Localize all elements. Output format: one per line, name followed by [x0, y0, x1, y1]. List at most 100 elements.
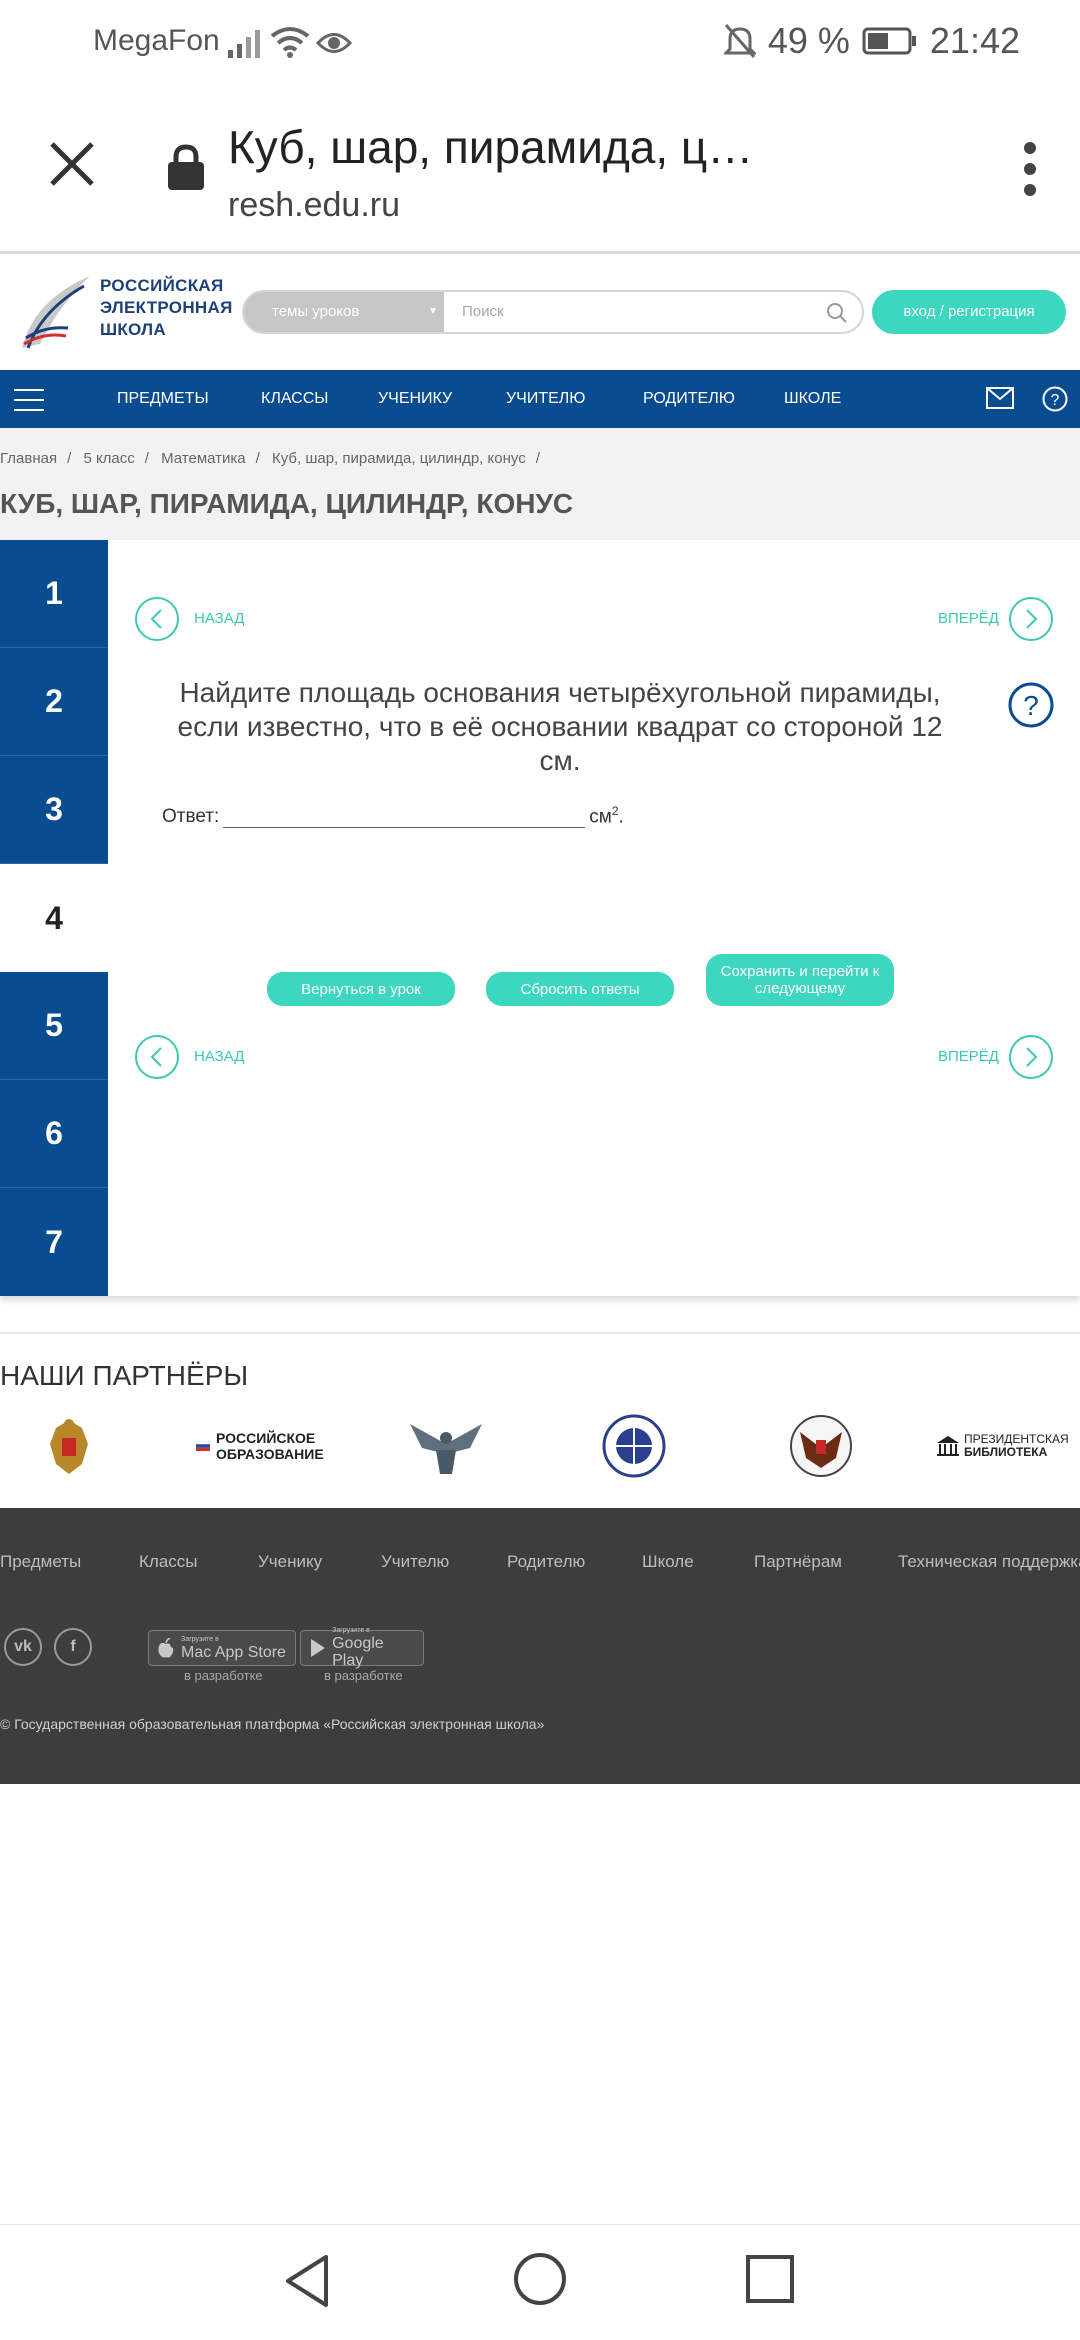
status-bar: MegaFon 49 % 21:42: [0, 0, 1080, 86]
nav-item-subjects[interactable]: ПРЕДМЕТЫ: [117, 370, 209, 428]
page-title: КУБ, ШАР, ПИРАМИДА, ЦИЛИНДР, КОНУС: [0, 488, 574, 519]
lock-icon: [168, 144, 204, 190]
answer-unit: см2.: [589, 804, 624, 828]
library-building-icon: [937, 1436, 959, 1456]
back-triangle-icon[interactable]: [282, 2253, 334, 2309]
task-tabs: 1 2 3 4 5 6 7: [0, 540, 108, 1296]
logo-text: РОССИЙСКАЯ ЭЛЕКТРОННАЯ ШКОЛА: [100, 276, 233, 339]
task-tab-2[interactable]: 2: [0, 648, 108, 756]
home-circle-icon[interactable]: [512, 2251, 568, 2307]
emblem-logo-icon[interactable]: [788, 1414, 854, 1478]
more-menu-icon[interactable]: [1024, 142, 1038, 196]
search-input[interactable]: Поиск: [462, 292, 504, 332]
search-icon[interactable]: [826, 302, 848, 324]
task-tab-5[interactable]: 5: [0, 972, 108, 1080]
app-store-note: в разработке: [184, 1668, 263, 1683]
task-tab-1[interactable]: 1: [0, 540, 108, 648]
answer-label: Ответ:: [162, 806, 220, 828]
eagle-emblem-logo-icon[interactable]: [406, 1414, 486, 1478]
nav-item-school[interactable]: ШКОЛЕ: [784, 370, 841, 428]
help-icon[interactable]: ?: [1042, 386, 1068, 412]
breadcrumb: Главная/ 5 класс / Математика / Куб, шар, …: [0, 450, 540, 467]
question-text: Найдите площадь основания четырёхугольно…: [177, 677, 943, 776]
coat-of-arms-logo-icon[interactable]: [42, 1414, 96, 1478]
svg-text:?: ?: [1051, 392, 1060, 409]
browser-url[interactable]: resh.edu.ru: [228, 186, 400, 225]
task-area: 1 2 3 4 5 6 7 НАЗАД ВПЕРЁД Найдите площа…: [0, 540, 1080, 1296]
google-play-note: в разработке: [324, 1668, 403, 1683]
footer-link-parent[interactable]: Родителю: [507, 1552, 585, 1572]
breadcrumb-home[interactable]: Главная: [0, 450, 57, 467]
vk-icon[interactable]: vk: [4, 1628, 42, 1666]
close-icon[interactable]: [44, 136, 100, 192]
task-tab-4[interactable]: 4: [0, 864, 108, 972]
back-link-top[interactable]: НАЗАД: [194, 610, 244, 627]
footer-link-subjects[interactable]: Предметы: [0, 1552, 81, 1572]
google-play-badge[interactable]: Загрузите в Google Play: [300, 1627, 424, 1669]
android-nav-bar: [0, 2224, 1080, 2340]
clock: 21:42: [929, 20, 1020, 61]
breadcrumb-area: Главная/ 5 класс / Математика / Куб, шар, …: [0, 428, 1080, 540]
partner-pb[interactable]: ПРЕЗИДЕНТСКАЯ БИБЛИОТЕКА: [936, 1414, 1080, 1478]
footer-link-school[interactable]: Школе: [642, 1552, 694, 1572]
forward-link-bottom[interactable]: ВПЕРЁД: [938, 1048, 999, 1065]
nav-item-classes[interactable]: КЛАССЫ: [261, 370, 328, 428]
footer: Предметы Классы Ученику Учителю Родителю…: [0, 1508, 1080, 1784]
save-next-button[interactable]: Сохранить и перейти к следующему: [706, 954, 894, 1006]
chevron-right-icon[interactable]: [1008, 1034, 1054, 1080]
forward-link-top[interactable]: ВПЕРЁД: [938, 610, 999, 627]
resh-logo-icon[interactable]: [14, 270, 94, 354]
battery-icon: [862, 27, 916, 55]
answer-row: Ответ: см2.: [162, 804, 624, 829]
google-play-icon: [311, 1639, 325, 1657]
recents-square-icon[interactable]: [744, 2253, 796, 2305]
footer-link-support[interactable]: Техническая поддержка: [898, 1552, 1080, 1572]
signal-icon: [228, 30, 260, 58]
caret-down-icon: ▼: [428, 306, 438, 317]
browser-toolbar: Куб, шар, пирамида, ц… resh.edu.ru: [0, 86, 1080, 254]
task-tab-3[interactable]: 3: [0, 756, 108, 864]
nav-item-parent[interactable]: РОДИТЕЛЮ: [643, 370, 735, 428]
footer-link-partners[interactable]: Партнёрам: [754, 1552, 842, 1572]
status-right: 49 % 21:42: [723, 20, 1020, 62]
chevron-left-icon[interactable]: [134, 596, 180, 642]
nav-item-student[interactable]: УЧЕНИКУ: [378, 370, 452, 428]
answer-input[interactable]: [223, 806, 586, 829]
footer-link-classes[interactable]: Классы: [139, 1552, 198, 1572]
task-tab-6[interactable]: 6: [0, 1080, 108, 1188]
mail-icon[interactable]: [986, 387, 1014, 409]
reset-answers-button[interactable]: Сбросить ответы: [486, 972, 674, 1006]
task-tab-7[interactable]: 7: [0, 1188, 108, 1296]
bell-off-icon: [723, 24, 756, 58]
footer-link-teacher[interactable]: Учителю: [381, 1552, 449, 1572]
wifi-icon: [270, 27, 310, 58]
topics-select[interactable]: темы уроков ▼: [244, 292, 444, 332]
footer-link-student[interactable]: Ученику: [258, 1552, 322, 1572]
facebook-icon[interactable]: f: [54, 1628, 92, 1666]
return-to-lesson-button[interactable]: Вернуться в урок: [267, 972, 455, 1006]
carrier-label: MegaFon: [93, 24, 220, 57]
nav-item-teacher[interactable]: УЧИТЕЛЮ: [506, 370, 585, 428]
main-nav: ПРЕДМЕТЫ КЛАССЫ УЧЕНИКУ УЧИТЕЛЮ РОДИТЕЛЮ…: [0, 370, 1080, 428]
copyright: © Государственная образовательная платфо…: [0, 1716, 545, 1732]
divider: [0, 1332, 1080, 1334]
question-help-icon[interactable]: ?: [1008, 682, 1054, 728]
breadcrumb-lesson[interactable]: Куб, шар, пирамида, цилиндр, конус: [272, 450, 526, 467]
chevron-left-icon[interactable]: [134, 1034, 180, 1080]
partner-ro[interactable]: РОССИЙСКОЕ ОБРАЗОВАНИЕ: [196, 1414, 326, 1478]
browser-title: Куб, шар, пирамида, ц…: [228, 121, 754, 173]
battery-percent: 49 %: [767, 20, 850, 61]
chevron-right-icon[interactable]: [1008, 596, 1054, 642]
apple-icon: [158, 1638, 174, 1658]
svg-text:?: ?: [1023, 690, 1039, 721]
eye-icon: [316, 33, 352, 53]
login-button[interactable]: вход / регистрация: [872, 290, 1066, 334]
breadcrumb-grade[interactable]: 5 класс: [83, 450, 134, 467]
menu-icon[interactable]: [14, 389, 44, 411]
back-link-bottom[interactable]: НАЗАД: [194, 1048, 244, 1065]
app-store-badge[interactable]: Загрузите в Mac App Store: [148, 1630, 296, 1666]
partners-title: НАШИ ПАРТНЁРЫ: [0, 1360, 249, 1391]
globe-logo-icon[interactable]: [598, 1414, 670, 1478]
breadcrumb-subject[interactable]: Математика: [161, 450, 246, 467]
site-header: РОССИЙСКАЯ ЭЛЕКТРОННАЯ ШКОЛА темы уроков…: [0, 258, 1080, 370]
